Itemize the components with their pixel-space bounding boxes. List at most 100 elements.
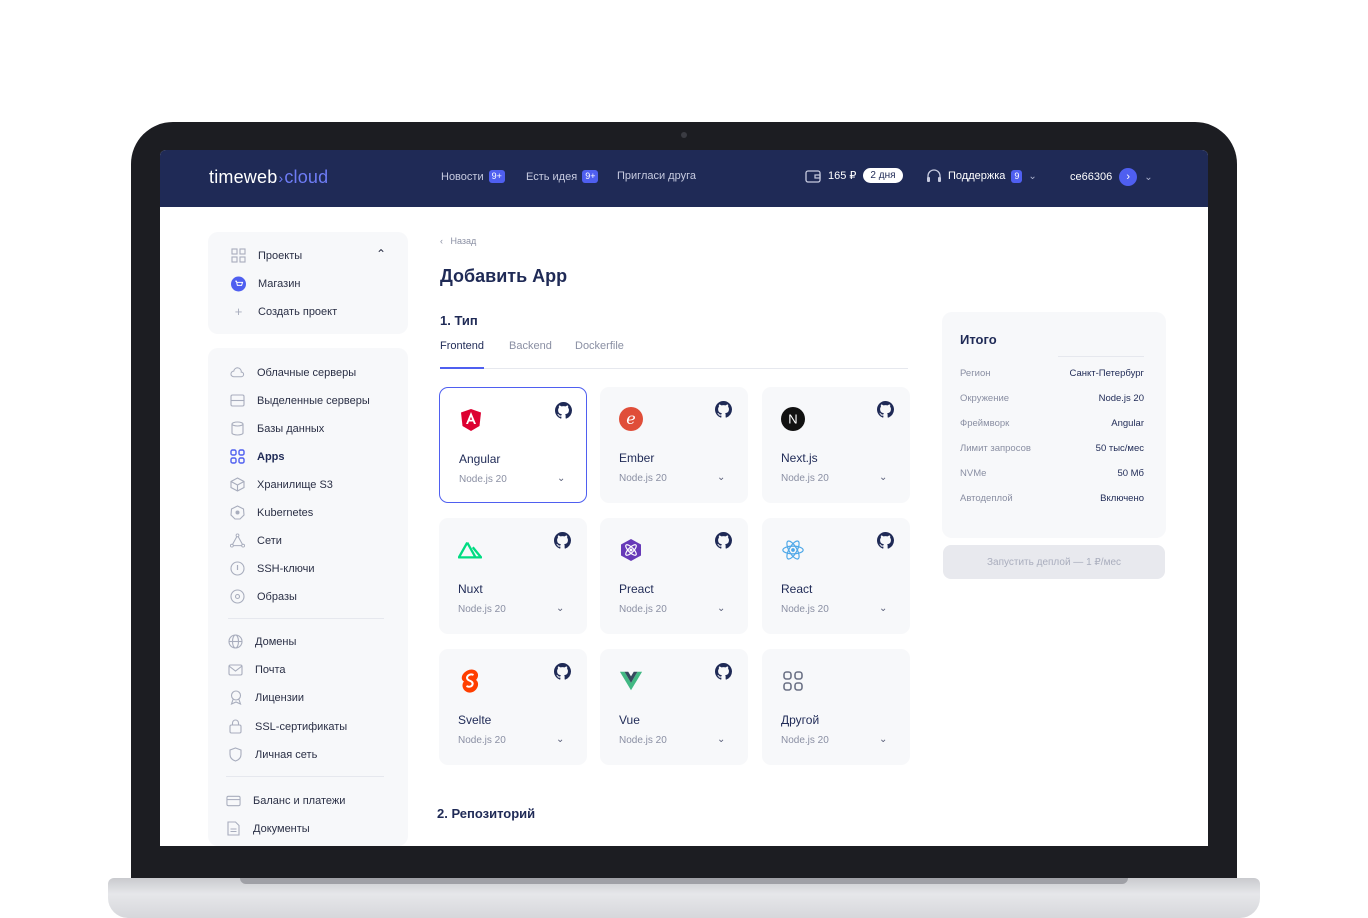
framework-card-preact[interactable]: Preact Node.js 20 ⌄ <box>600 518 748 634</box>
github-icon[interactable] <box>877 532 894 549</box>
sidebar-item-documents[interactable]: Документы <box>226 821 310 836</box>
github-icon[interactable] <box>555 402 572 419</box>
chevron-down-icon[interactable]: ⌄ <box>557 473 565 484</box>
framework-card-ember[interactable]: e Ember Node.js 20 ⌄ <box>600 387 748 503</box>
summary-title: Итого <box>960 332 997 347</box>
sidebar-item-ssl[interactable]: SSL-сертификаты <box>228 719 347 734</box>
balance-widget[interactable]: 165 ₽ 2 дня <box>805 168 903 183</box>
top-navbar: timeweb›cloud Новости 9+ Есть идея 9+ Пр… <box>160 150 1208 207</box>
sidebar-item-billing[interactable]: Баланс и платежи <box>226 793 345 808</box>
chevron-down-icon[interactable]: ⌄ <box>879 603 887 614</box>
logo-separator: › <box>278 170 284 186</box>
user-menu[interactable]: ce66306 › ⌄ <box>1070 168 1153 186</box>
sidebar-label: Базы данных <box>257 422 325 435</box>
nav-idea[interactable]: Есть идея 9+ <box>526 170 599 183</box>
sidebar-label: Облачные серверы <box>257 366 357 379</box>
summary-value: Санкт-Петербург <box>1069 368 1144 379</box>
nextjs-icon: N <box>781 407 805 431</box>
framework-card-vue[interactable]: Vue Node.js 20 ⌄ <box>600 649 748 765</box>
wallet-icon <box>805 169 821 183</box>
chevron-down-icon[interactable]: ⌄ <box>879 472 887 483</box>
sidebar-label: Проекты <box>258 249 303 262</box>
globe-icon <box>228 634 243 649</box>
plus-icon: + <box>234 304 243 319</box>
framework-card-angular[interactable]: Angular Node.js 20 ⌄ <box>439 387 587 503</box>
framework-card-svelte[interactable]: Svelte Node.js 20 ⌄ <box>439 649 587 765</box>
page-title: Добавить App <box>440 266 568 286</box>
logo[interactable]: timeweb›cloud <box>209 167 328 188</box>
sidebar-item-apps[interactable]: Apps <box>230 449 285 464</box>
chevron-down-icon[interactable]: ⌄ <box>717 603 725 614</box>
chevron-down-icon[interactable]: ⌄ <box>556 734 564 745</box>
sidebar-label: Личная сеть <box>255 748 318 761</box>
svg-text:N: N <box>788 412 797 427</box>
support-menu[interactable]: Поддержка 9 ⌄ <box>926 169 1037 183</box>
chevron-down-icon[interactable]: ⌄ <box>717 472 725 483</box>
other-icon <box>781 669 805 693</box>
balance-amount: 165 ₽ <box>828 170 857 182</box>
framework-card-nextjs[interactable]: N Next.js Node.js 20 ⌄ <box>762 387 910 503</box>
nav-news[interactable]: Новости 9+ <box>441 170 505 183</box>
user-id: ce66306 <box>1070 171 1113 183</box>
sidebar-item-cloud-servers[interactable]: Облачные серверы <box>230 365 356 380</box>
nav-news-label: Новости <box>441 170 484 183</box>
sidebar-item-create-project[interactable]: + Создать проект <box>231 304 337 319</box>
github-icon[interactable] <box>715 663 732 680</box>
framework-name: Next.js <box>781 451 818 465</box>
chevron-down-icon[interactable]: ⌄ <box>556 603 564 614</box>
tab-backend[interactable]: Backend <box>509 340 552 352</box>
balance-days-pill: 2 дня <box>863 168 903 183</box>
sidebar-item-licenses[interactable]: Лицензии <box>228 690 304 705</box>
sidebar-label: Хранилище S3 <box>257 478 333 491</box>
github-icon[interactable] <box>715 401 732 418</box>
database-icon <box>230 421 245 436</box>
framework-version: Node.js 20 <box>458 604 506 615</box>
sidebar-item-s3[interactable]: Хранилище S3 <box>230 477 333 492</box>
tab-frontend[interactable]: Frontend <box>440 340 485 369</box>
framework-version: Node.js 20 <box>781 735 829 746</box>
sidebar-item-images[interactable]: Образы <box>230 589 297 604</box>
sidebar-label: Домены <box>255 635 297 648</box>
framework-card-nuxt[interactable]: Nuxt Node.js 20 ⌄ <box>439 518 587 634</box>
framework-version: Node.js 20 <box>619 473 667 484</box>
sidebar-item-private-network[interactable]: Личная сеть <box>228 747 317 762</box>
license-icon <box>228 690 243 705</box>
sidebar-item-kubernetes[interactable]: Kubernetes <box>230 505 313 520</box>
shield-icon <box>228 747 243 762</box>
sidebar-item-mail[interactable]: Почта <box>228 662 286 677</box>
summary-key: Окружение <box>960 393 1010 404</box>
framework-card-react[interactable]: React Node.js 20 ⌄ <box>762 518 910 634</box>
chevron-down-icon: ⌄ <box>1028 170 1037 182</box>
chevron-up-icon[interactable]: ⌃ <box>376 247 386 261</box>
nav-invite[interactable]: Пригласи друга <box>617 170 696 182</box>
tab-dockerfile[interactable]: Dockerfile <box>575 340 624 352</box>
sidebar-label: Создать проект <box>258 305 338 318</box>
summary-value: Включено <box>1100 493 1144 504</box>
apps-icon <box>230 449 245 464</box>
key-icon <box>230 561 245 576</box>
sidebar-item-shop[interactable]: Магазин <box>231 276 300 291</box>
sidebar-item-ssh-keys[interactable]: SSH-ключи <box>230 561 315 576</box>
sidebar-divider <box>226 776 384 777</box>
summary-key: Фреймворк <box>960 418 1010 429</box>
github-icon[interactable] <box>715 532 732 549</box>
deploy-button[interactable]: Запустить деплой — 1 ₽/мес <box>943 545 1165 579</box>
github-icon[interactable] <box>554 663 571 680</box>
github-icon[interactable] <box>554 532 571 549</box>
sidebar-item-projects[interactable]: Проекты <box>231 248 302 263</box>
framework-card-other[interactable]: Другой Node.js 20 ⌄ <box>762 649 910 765</box>
github-icon[interactable] <box>877 401 894 418</box>
back-link[interactable]: ‹ Назад <box>440 236 476 246</box>
sidebar-label: Магазин <box>258 277 301 290</box>
sidebar-item-dedicated-servers[interactable]: Выделенные серверы <box>230 393 370 408</box>
sidebar-item-databases[interactable]: Базы данных <box>230 421 324 436</box>
sidebar-item-domains[interactable]: Домены <box>228 634 296 649</box>
chevron-down-icon[interactable]: ⌄ <box>879 734 887 745</box>
chevron-down-icon[interactable]: ⌄ <box>717 734 725 745</box>
nav-idea-label: Есть идея <box>526 170 578 183</box>
news-badge: 9+ <box>488 170 505 183</box>
summary-row: NVMe 50 Мб <box>960 468 1144 479</box>
idea-badge: 9+ <box>582 170 599 183</box>
sidebar-item-networks[interactable]: Сети <box>230 533 282 548</box>
type-tabs: Frontend Backend Dockerfile <box>440 340 908 369</box>
